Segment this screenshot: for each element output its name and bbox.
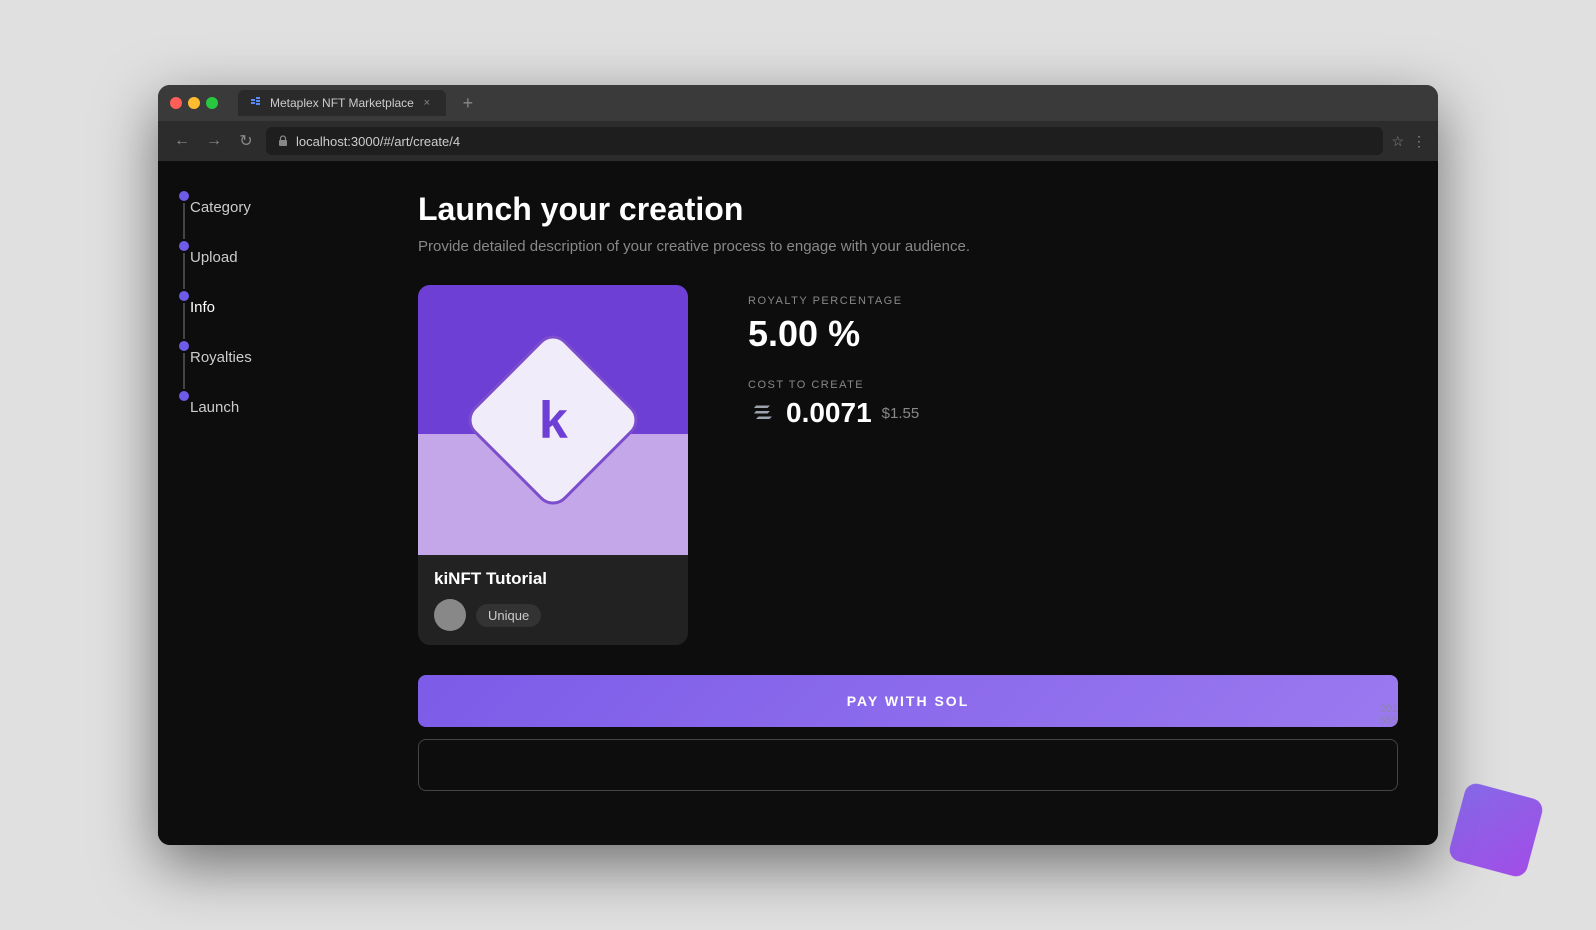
step-label: Launch [190,391,239,424]
toolbar-right: ☆ ⋮ [1391,133,1426,150]
sidebar-item-launch[interactable]: Launch [178,391,358,424]
browser-tab[interactable]: Metaplex NFT Marketplace × [238,90,446,116]
nft-logo: k [488,355,618,485]
page-title: Launch your creation [418,191,1398,228]
sidebar-steps: Category Upload Info [178,191,358,424]
step-dot-container [178,191,190,241]
tab-favicon [250,96,264,110]
sidebar: Category Upload Info [158,161,378,845]
cost-usd-value: $1.55 [882,405,920,422]
pay-with-sol-button[interactable]: PAY WITH SOL [418,675,1398,727]
royalty-value: 5.00 % [748,313,1398,355]
secondary-button[interactable] [418,739,1398,791]
lock-icon [276,134,290,148]
sidebar-item-info[interactable]: Info [178,291,358,341]
minimize-button[interactable] [188,97,200,109]
nft-tags: Unique [434,599,672,631]
nft-card: k kiNFT Tutorial Unique [418,285,688,645]
step-dot [179,291,189,301]
step-line [183,303,185,339]
app-content: Category Upload Info [158,161,1438,845]
back-button[interactable]: ← [170,129,194,153]
step-dot-container [178,291,190,341]
step-line [183,203,185,239]
sol-icon [748,399,776,427]
step-line [183,253,185,289]
url-text: localhost:3000/#/art/create/4 [296,134,460,149]
nft-title: kiNFT Tutorial [434,569,672,589]
nft-card-image: k [418,285,688,555]
nft-k-letter: k [539,394,568,446]
corner-decoration [1447,781,1545,879]
step-label: Royalties [190,341,252,374]
sidebar-item-upload[interactable]: Upload [178,241,358,291]
step-label: Upload [190,241,238,274]
nft-diamond: k [461,328,645,512]
step-dot [179,191,189,201]
traffic-lights [170,97,218,109]
sidebar-item-category[interactable]: Category [178,191,358,241]
nft-card-info: kiNFT Tutorial Unique [418,555,688,645]
extensions-icon[interactable]: ⋮ [1412,133,1426,150]
coordinates-overlay: 201 555 [1380,703,1398,727]
close-button[interactable] [170,97,182,109]
step-label: Category [190,191,251,224]
nft-unique-tag: Unique [476,604,541,627]
secondary-button-area [418,739,1398,795]
page-subtitle: Provide detailed description of your cre… [418,238,1398,255]
content-row: k kiNFT Tutorial Unique ROYALTY PE [418,285,1398,645]
main-content: Launch your creation Provide detailed de… [378,161,1438,845]
tab-label: Metaplex NFT Marketplace [270,96,414,110]
url-bar[interactable]: localhost:3000/#/art/create/4 [266,127,1383,155]
maximize-button[interactable] [206,97,218,109]
nft-avatar [434,599,466,631]
tab-close-button[interactable]: × [420,96,434,110]
step-label-active: Info [190,291,215,324]
nft-stats: ROYALTY PERCENTAGE 5.00 % COST TO CREATE… [748,285,1398,429]
step-dot [179,241,189,251]
cost-sol-value: 0.0071 [786,397,872,429]
browser-titlebar: Metaplex NFT Marketplace × + [158,85,1438,121]
cost-label: COST TO CREATE [748,379,1398,391]
step-dot-container [178,391,190,401]
cost-row: 0.0071 $1.55 [748,397,1398,429]
new-tab-button[interactable]: + [454,89,482,117]
sidebar-item-royalties[interactable]: Royalties [178,341,358,391]
button-area: PAY WITH SOL 201 555 [418,675,1398,727]
bookmark-icon[interactable]: ☆ [1391,133,1404,150]
browser-toolbar: ← → ↻ localhost:3000/#/art/create/4 ☆ ⋮ [158,121,1438,161]
step-dot-container [178,241,190,291]
reload-button[interactable]: ↻ [234,129,258,153]
step-dot [179,341,189,351]
royalty-label: ROYALTY PERCENTAGE [748,295,1398,307]
browser-window: Metaplex NFT Marketplace × + ← → ↻ local… [158,85,1438,845]
coord-y: 555 [1380,715,1398,727]
forward-button[interactable]: → [202,129,226,153]
coord-x: 201 [1380,703,1398,715]
step-dot-container [178,341,190,391]
step-line [183,353,185,389]
step-dot [179,391,189,401]
